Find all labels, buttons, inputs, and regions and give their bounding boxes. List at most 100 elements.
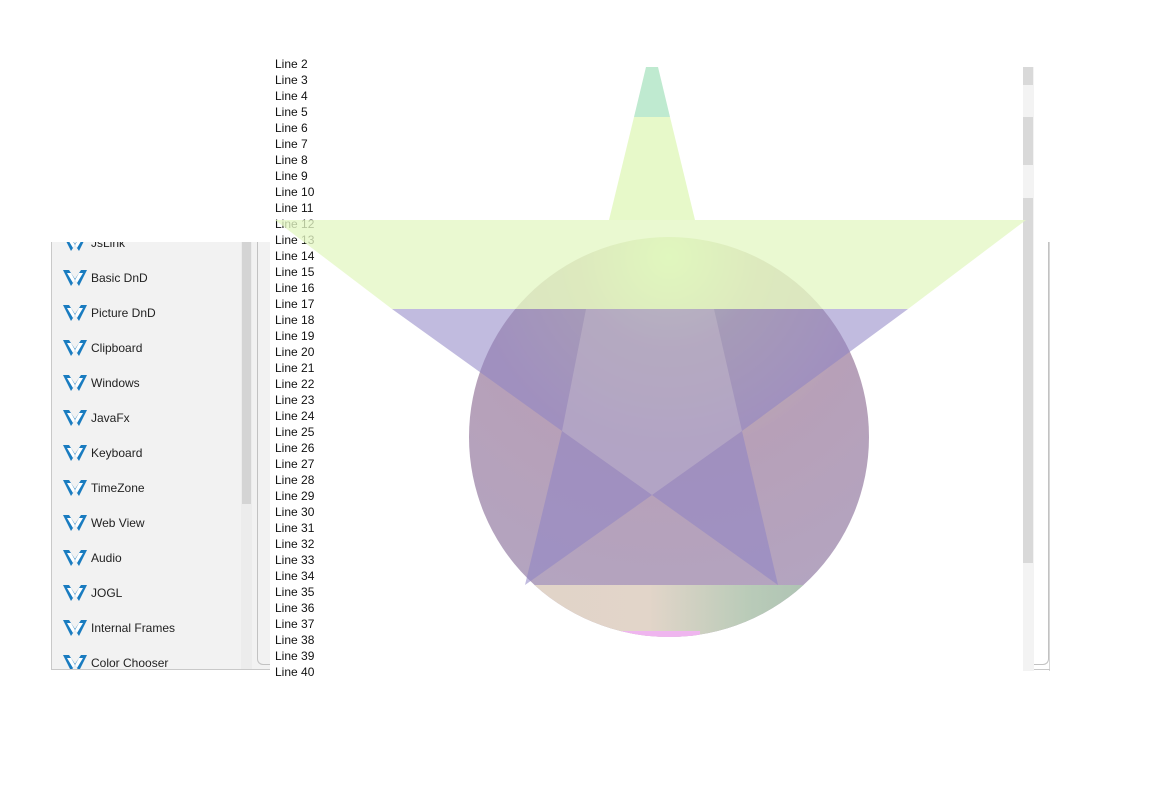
star-lower-arms bbox=[392, 309, 908, 585]
line-list-item[interactable]: Line 32 bbox=[275, 536, 314, 552]
line-list-content: Line 2 Line 3 Line 4 Line 5 Line 6 Line 7 Line… bbox=[275, 56, 314, 680]
frame-divider bbox=[1033, 669, 1050, 670]
line-list-item[interactable]: Line 13 bbox=[275, 232, 314, 248]
nav-item-label: JavaFx bbox=[91, 410, 130, 425]
nav-item[interactable]: Color Chooser bbox=[52, 645, 241, 670]
demo-nav-panel: JsLink Basic DnD Picture DnD Clipboard Windo… bbox=[51, 242, 270, 670]
circle-bottom-band bbox=[469, 585, 869, 637]
line-list-item[interactable]: Line 37 bbox=[275, 616, 314, 632]
dukes-app-icon bbox=[62, 582, 91, 604]
line-list-item[interactable]: Line 33 bbox=[275, 552, 314, 568]
nav-item-label: JsLink bbox=[91, 242, 126, 250]
dukes-app-icon bbox=[62, 512, 91, 534]
dukes-app-icon bbox=[62, 267, 91, 289]
line-list-item[interactable]: Line 21 bbox=[275, 360, 314, 376]
nav-item-label: Audio bbox=[91, 550, 122, 565]
nav-item-label: TimeZone bbox=[91, 480, 145, 495]
nav-scrollbar[interactable] bbox=[241, 242, 252, 669]
line-list-item[interactable]: Line 27 bbox=[275, 456, 314, 472]
inner-frame-border-left bbox=[257, 242, 270, 665]
nav-item[interactable]: TimeZone bbox=[52, 470, 241, 505]
line-list-item[interactable]: Line 18 bbox=[275, 312, 314, 328]
outer-frame-border-right bbox=[1049, 242, 1050, 671]
line-list-item[interactable]: Line 6 bbox=[275, 120, 314, 136]
content-vertical-scrollbar[interactable] bbox=[1023, 67, 1034, 671]
frame-divider bbox=[51, 669, 269, 670]
dukes-app-icon bbox=[62, 242, 91, 254]
line-list-item[interactable]: Line 36 bbox=[275, 600, 314, 616]
scrollbar-segment bbox=[1023, 67, 1033, 85]
line-list-item[interactable]: Line 8 bbox=[275, 152, 314, 168]
dukes-app-icon bbox=[62, 407, 91, 429]
dukes-app-icon bbox=[62, 547, 91, 569]
line-list-item[interactable]: Line 15 bbox=[275, 264, 314, 280]
nav-item[interactable]: Audio bbox=[52, 540, 241, 575]
nav-item[interactable]: Basic DnD bbox=[52, 260, 241, 295]
nav-item[interactable]: Keyboard bbox=[52, 435, 241, 470]
nav-item-label: Web View bbox=[91, 515, 145, 530]
nav-item-label: Picture DnD bbox=[91, 305, 156, 320]
line-list-item[interactable]: Line 4 bbox=[275, 88, 314, 104]
dukes-app-icon bbox=[62, 617, 91, 639]
inner-frame-border-right bbox=[1034, 242, 1049, 665]
line-list-item[interactable]: Line 24 bbox=[275, 408, 314, 424]
line-list-item[interactable]: Line 38 bbox=[275, 632, 314, 648]
nav-item[interactable]: Internal Frames bbox=[52, 610, 241, 645]
line-list-item[interactable]: Line 31 bbox=[275, 520, 314, 536]
nav-item-label: Clipboard bbox=[91, 340, 143, 355]
dukes-app-icon bbox=[62, 442, 91, 464]
nav-item-label: Windows bbox=[91, 375, 140, 390]
nav-item[interactable]: JsLink bbox=[52, 242, 241, 260]
demo-nav-list: JsLink Basic DnD Picture DnD Clipboard Windo… bbox=[52, 242, 241, 670]
line-list-item[interactable]: Line 23 bbox=[275, 392, 314, 408]
dukes-app-icon bbox=[62, 337, 91, 359]
star-horizontal-band bbox=[275, 220, 1026, 309]
line-list-item[interactable]: Line 2 bbox=[275, 56, 314, 72]
nav-item-label: JOGL bbox=[91, 585, 123, 600]
line-list-item[interactable]: Line 9 bbox=[275, 168, 314, 184]
line-list-item[interactable]: Line 34 bbox=[275, 568, 314, 584]
nav-item-label: Basic DnD bbox=[91, 270, 148, 285]
line-list-item[interactable]: Line 22 bbox=[275, 376, 314, 392]
line-list-item[interactable]: Line 5 bbox=[275, 104, 314, 120]
dukes-app-icon bbox=[62, 372, 91, 394]
nav-item[interactable]: JOGL bbox=[52, 575, 241, 610]
line-list[interactable]: Line 2 Line 3 Line 4 Line 5 Line 6 Line 7 Line… bbox=[275, 56, 335, 680]
nav-item[interactable]: JavaFx bbox=[52, 400, 241, 435]
line-list-item[interactable]: Line 3 bbox=[275, 72, 314, 88]
line-list-item[interactable]: Line 29 bbox=[275, 488, 314, 504]
line-list-item[interactable]: Line 19 bbox=[275, 328, 314, 344]
dukes-app-icon bbox=[62, 477, 91, 499]
line-list-item[interactable]: Line 11 bbox=[275, 200, 314, 216]
line-list-item[interactable]: Line 12 bbox=[275, 216, 314, 232]
line-list-item[interactable]: Line 14 bbox=[275, 248, 314, 264]
dukes-app-icon bbox=[62, 652, 91, 669]
nav-item-label: Keyboard bbox=[91, 445, 143, 460]
line-list-item[interactable]: Line 7 bbox=[275, 136, 314, 152]
line-list-item[interactable]: Line 40 bbox=[275, 664, 314, 680]
nav-scroll-thumb[interactable] bbox=[242, 242, 251, 504]
line-list-item[interactable]: Line 35 bbox=[275, 584, 314, 600]
nav-item[interactable]: Web View bbox=[52, 505, 241, 540]
nav-item-label: Color Chooser bbox=[91, 655, 169, 670]
line-list-item[interactable]: Line 17 bbox=[275, 296, 314, 312]
star-upper-arm bbox=[609, 117, 695, 220]
line-list-item[interactable]: Line 10 bbox=[275, 184, 314, 200]
scrollbar-segment bbox=[1023, 117, 1033, 165]
line-list-item[interactable]: Line 25 bbox=[275, 424, 314, 440]
nav-item[interactable]: Windows bbox=[52, 365, 241, 400]
line-list-item[interactable]: Line 39 bbox=[275, 648, 314, 664]
circle-bottom-pink bbox=[620, 631, 700, 637]
gradient-circle bbox=[469, 237, 869, 637]
nav-item[interactable]: Clipboard bbox=[52, 330, 241, 365]
scrollbar-thumb[interactable] bbox=[1023, 198, 1033, 563]
star-tip bbox=[634, 67, 670, 117]
nav-item[interactable]: Picture DnD bbox=[52, 295, 241, 330]
line-list-item[interactable]: Line 26 bbox=[275, 440, 314, 456]
line-list-item[interactable]: Line 28 bbox=[275, 472, 314, 488]
line-list-item[interactable]: Line 30 bbox=[275, 504, 314, 520]
star-inner-pentagon bbox=[562, 309, 742, 495]
line-list-item[interactable]: Line 16 bbox=[275, 280, 314, 296]
line-list-item[interactable]: Line 20 bbox=[275, 344, 314, 360]
dukes-app-icon bbox=[62, 302, 91, 324]
